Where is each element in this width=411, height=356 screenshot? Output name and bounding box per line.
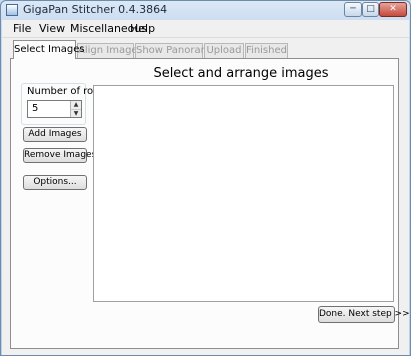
menu-view[interactable]: View xyxy=(39,22,65,35)
tab-finished[interactable]: Finished xyxy=(245,43,288,58)
minimize-button[interactable]: ─ xyxy=(344,2,362,17)
spin-down-icon[interactable]: ▼ xyxy=(70,109,81,117)
title-bar[interactable]: GigaPan Stitcher 0.4.3864 ─ □ ✕ xyxy=(1,1,410,19)
add-images-button[interactable]: Add Images xyxy=(23,127,87,142)
app-icon xyxy=(6,4,18,16)
select-images-panel: Select and arrange images Number of rows… xyxy=(10,58,410,349)
tab-show-panorama[interactable]: Show Panorama xyxy=(135,43,216,58)
rows-group: Number of rows 5 ▲ ▼ xyxy=(21,83,107,125)
tab-upload[interactable]: Upload xyxy=(204,43,244,58)
maximize-button[interactable]: □ xyxy=(362,2,379,17)
tab-select-images[interactable]: Select Images xyxy=(13,40,85,59)
close-button[interactable]: ✕ xyxy=(379,2,407,17)
options-button[interactable]: Options... xyxy=(23,175,87,190)
maximize-icon: □ xyxy=(366,4,375,14)
remove-images-button[interactable]: Remove Images xyxy=(23,148,96,163)
minimize-icon: ─ xyxy=(350,4,356,14)
panel-heading: Select and arrange images xyxy=(153,66,329,81)
app-window: GigaPan Stitcher 0.4.3864 ─ □ ✕ File Vie… xyxy=(0,0,411,356)
image-arrangement-area[interactable] xyxy=(93,85,394,302)
menu-help[interactable]: Help xyxy=(130,22,155,35)
tab-align-images[interactable]: Align Images xyxy=(77,43,143,58)
rows-value: 5 xyxy=(32,103,39,114)
spin-up-icon[interactable]: ▲ xyxy=(70,101,81,109)
main-content: Select Images Align Images Show Panorama… xyxy=(2,38,410,355)
rows-spinbox[interactable]: 5 ▲ ▼ xyxy=(27,100,82,118)
menu-file[interactable]: File xyxy=(13,22,31,35)
next-step-button[interactable]: Done. Next step >> xyxy=(318,306,410,323)
window-title: GigaPan Stitcher 0.4.3864 xyxy=(23,3,168,16)
close-icon: ✕ xyxy=(389,4,397,14)
menu-bar: File View Miscellaneous Help xyxy=(2,20,409,38)
